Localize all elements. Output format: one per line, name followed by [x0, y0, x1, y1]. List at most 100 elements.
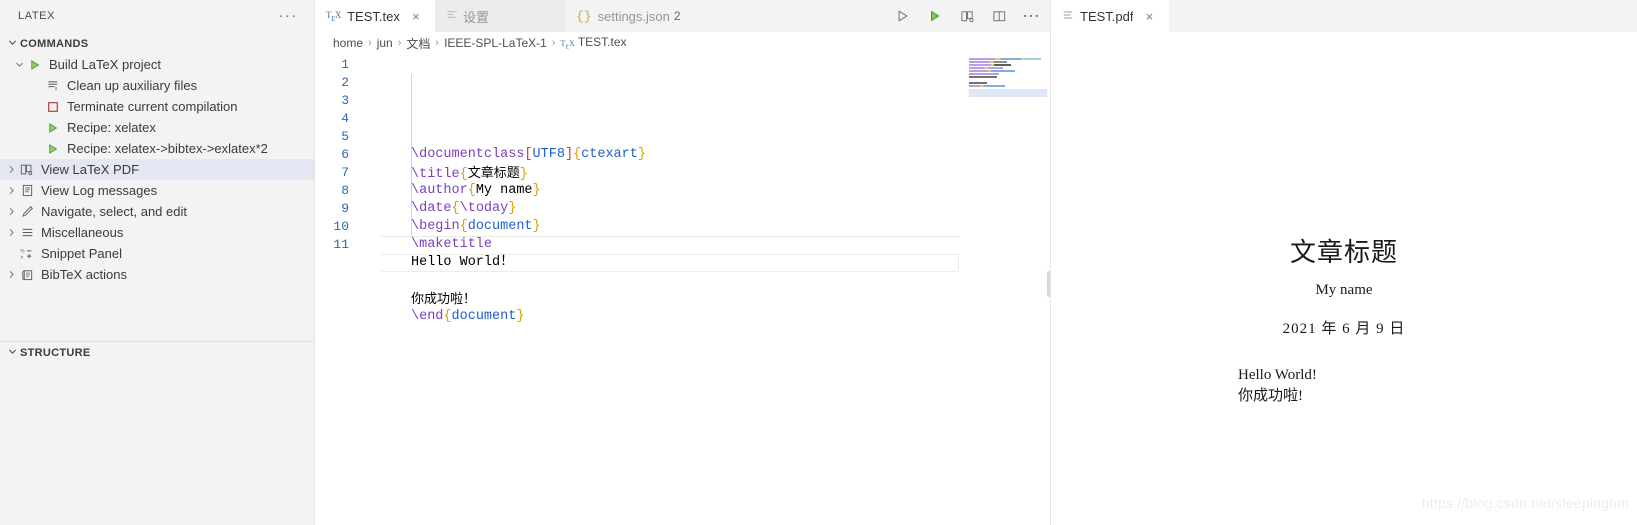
- code-token: {: [467, 183, 476, 198]
- breadcrumb-item[interactable]: TEX TEST.tex: [558, 35, 628, 51]
- stop-square-icon: [44, 101, 62, 113]
- sidebar-item-navigate-select-and-edit[interactable]: Navigate, select, and edit: [0, 201, 314, 222]
- line-number: 2: [341, 75, 349, 90]
- code-token: \author: [411, 183, 468, 198]
- code-token: }: [516, 309, 525, 324]
- sidebar-item-label: Navigate, select, and edit: [41, 204, 187, 219]
- vscode-window: LATEX ··· COMMANDS Build LaTeX project x C…: [0, 0, 1637, 525]
- sidebar-item-label: Miscellaneous: [41, 225, 124, 240]
- sidebar-item-label: Recipe: xelatex->bibtex->exlatex*2: [67, 141, 268, 156]
- code-line[interactable]: \begin{document}: [381, 218, 1050, 236]
- sidebar-item-snippet-panel[interactable]: % x Snippet Panel: [0, 243, 314, 264]
- code-line[interactable]: \documentclass[UTF8]{ctexart}: [381, 146, 1050, 164]
- code-line[interactable]: \title{文章标题}: [381, 164, 1050, 182]
- code-line[interactable]: \author{My name}: [381, 182, 1050, 200]
- chevron-right-icon[interactable]: [4, 228, 18, 237]
- close-icon[interactable]: ×: [408, 8, 424, 24]
- pdf-lines-icon: [1062, 9, 1074, 24]
- sidebar-item-recipe-xelatex-bibtex-exlatex-2[interactable]: Recipe: xelatex->bibtex->exlatex*2: [0, 138, 314, 159]
- code-line[interactable]: Hello World！: [381, 254, 1050, 272]
- code-line[interactable]: 你成功啦！: [381, 290, 1050, 308]
- pdf-doc-title: 文章标题: [1289, 238, 1398, 267]
- sidebar-item-bibtex-actions[interactable]: BibTeX actions: [0, 264, 314, 285]
- chevron-right-icon[interactable]: [4, 186, 18, 195]
- hamburger-lines-icon: [18, 226, 36, 239]
- code-token: \date: [411, 201, 452, 216]
- tab-test-pdf[interactable]: TEST.pdf ×: [1051, 0, 1169, 32]
- sidebar-item-label: Build LaTeX project: [49, 57, 162, 72]
- code-line[interactable]: \date{\today}: [381, 200, 1050, 218]
- breadcrumb-item[interactable]: 文档: [404, 35, 432, 52]
- code-token: UTF8: [532, 147, 565, 162]
- pencil-icon: [18, 205, 36, 218]
- tab-settings-json[interactable]: {} settings.json 2: [565, 0, 715, 32]
- breadcrumb-item[interactable]: home: [331, 36, 365, 50]
- code-token: \documentclass: [411, 147, 525, 162]
- commands-list: Build LaTeX project x Clean up auxiliary f…: [0, 54, 314, 285]
- pdf-viewer[interactable]: 文章标题 My name 2021 年 6 月 9 日 Hello World!…: [1051, 32, 1637, 525]
- sidebar-item-view-latex-pdf[interactable]: View LaTeX PDF: [0, 159, 314, 180]
- sidebar-item-label: Terminate current compilation: [67, 99, 238, 114]
- sidebar-item-clean-up-auxiliary-files[interactable]: x Clean up auxiliary files: [0, 75, 314, 96]
- pdf-body-line: Hello World!: [1238, 367, 1317, 383]
- tab-[interactable]: 设置: [435, 0, 565, 32]
- tab-test-tex[interactable]: TEX TEST.tex ×: [315, 0, 435, 32]
- pdf-doc-author: My name: [1315, 282, 1373, 298]
- sidebar-item-label: Recipe: xelatex: [67, 120, 156, 135]
- line-number: 8: [341, 183, 349, 198]
- sidebar-item-terminate-current-compilation[interactable]: Terminate current compilation: [0, 96, 314, 117]
- sidebar-item-recipe-xelatex[interactable]: Recipe: xelatex: [0, 117, 314, 138]
- minimap[interactable]: [969, 58, 1047, 104]
- code-editor[interactable]: 1 2 3 4 5 6 7 8 9 10 11 \documentclass[UTF8]{ctexa…: [315, 54, 1050, 525]
- svg-text:x: x: [54, 86, 57, 92]
- tab-label: settings.json: [597, 8, 670, 24]
- tab-label: TEST.tex: [347, 8, 400, 24]
- line-number: 9: [341, 201, 349, 216]
- chevron-down-icon[interactable]: [12, 60, 26, 69]
- code-token: {: [573, 147, 582, 162]
- section-structure[interactable]: STRUCTURE: [0, 341, 314, 363]
- svg-text:x: x: [20, 254, 23, 260]
- tab-label: TEST.pdf: [1080, 8, 1134, 24]
- code-line[interactable]: [381, 272, 1050, 290]
- code-token: }: [508, 201, 517, 216]
- run-green-icon[interactable]: [926, 7, 944, 25]
- run-grey-icon[interactable]: [894, 7, 912, 25]
- sidebar-item-miscellaneous[interactable]: Miscellaneous: [0, 222, 314, 243]
- code-token: [: [524, 147, 533, 162]
- line-number: 7: [341, 165, 349, 180]
- pdf-page: 文章标题 My name 2021 年 6 月 9 日 Hello World!…: [1051, 32, 1637, 525]
- bibtex-book-icon: [18, 268, 36, 281]
- sidebar-item-view-log-messages[interactable]: View Log messages: [0, 180, 314, 201]
- snippet-math-icon: % x: [18, 247, 36, 260]
- code-content[interactable]: \documentclass[UTF8]{ctexart} \title{文章标题…: [381, 54, 1050, 525]
- more-actions-icon[interactable]: [1022, 7, 1040, 25]
- tab-badge: 2: [673, 9, 681, 23]
- clean-lines-icon: x: [44, 79, 62, 92]
- code-token: {: [443, 309, 452, 324]
- code-line[interactable]: \end{document}: [381, 308, 1050, 326]
- code-token: }: [532, 183, 541, 198]
- code-line[interactable]: [381, 326, 1050, 344]
- split-pdf-icon[interactable]: [958, 7, 976, 25]
- code-token: \maketitle: [411, 237, 493, 252]
- code-token: }: [637, 147, 646, 162]
- close-icon[interactable]: ×: [1141, 8, 1157, 24]
- breadcrumb-item[interactable]: IEEE-SPL-LaTeX-1: [442, 36, 549, 50]
- section-commands[interactable]: COMMANDS: [0, 32, 314, 54]
- sidebar-item-build-latex-project[interactable]: Build LaTeX project: [0, 54, 314, 75]
- breadcrumb-item[interactable]: jun: [375, 36, 395, 50]
- pdf-doc-date: 2021 年 6 月 9 日: [1282, 321, 1406, 337]
- fold-gutter[interactable]: [367, 54, 381, 525]
- editor-tabbar: TEX TEST.tex × 设置 {} settings.json 2: [315, 0, 1050, 32]
- chevron-right-icon[interactable]: [4, 165, 18, 174]
- chevron-down-icon: [4, 347, 20, 359]
- code-token: }: [519, 167, 528, 182]
- log-notebook-icon: [18, 184, 36, 197]
- chevron-right-icon[interactable]: [4, 207, 18, 216]
- code-line[interactable]: \maketitle: [381, 236, 1050, 254]
- sidebar-item-label: Snippet Panel: [41, 246, 122, 261]
- sidebar-more-icon[interactable]: ···: [279, 8, 299, 23]
- chevron-right-icon[interactable]: [4, 270, 18, 279]
- split-editor-icon[interactable]: [990, 7, 1008, 25]
